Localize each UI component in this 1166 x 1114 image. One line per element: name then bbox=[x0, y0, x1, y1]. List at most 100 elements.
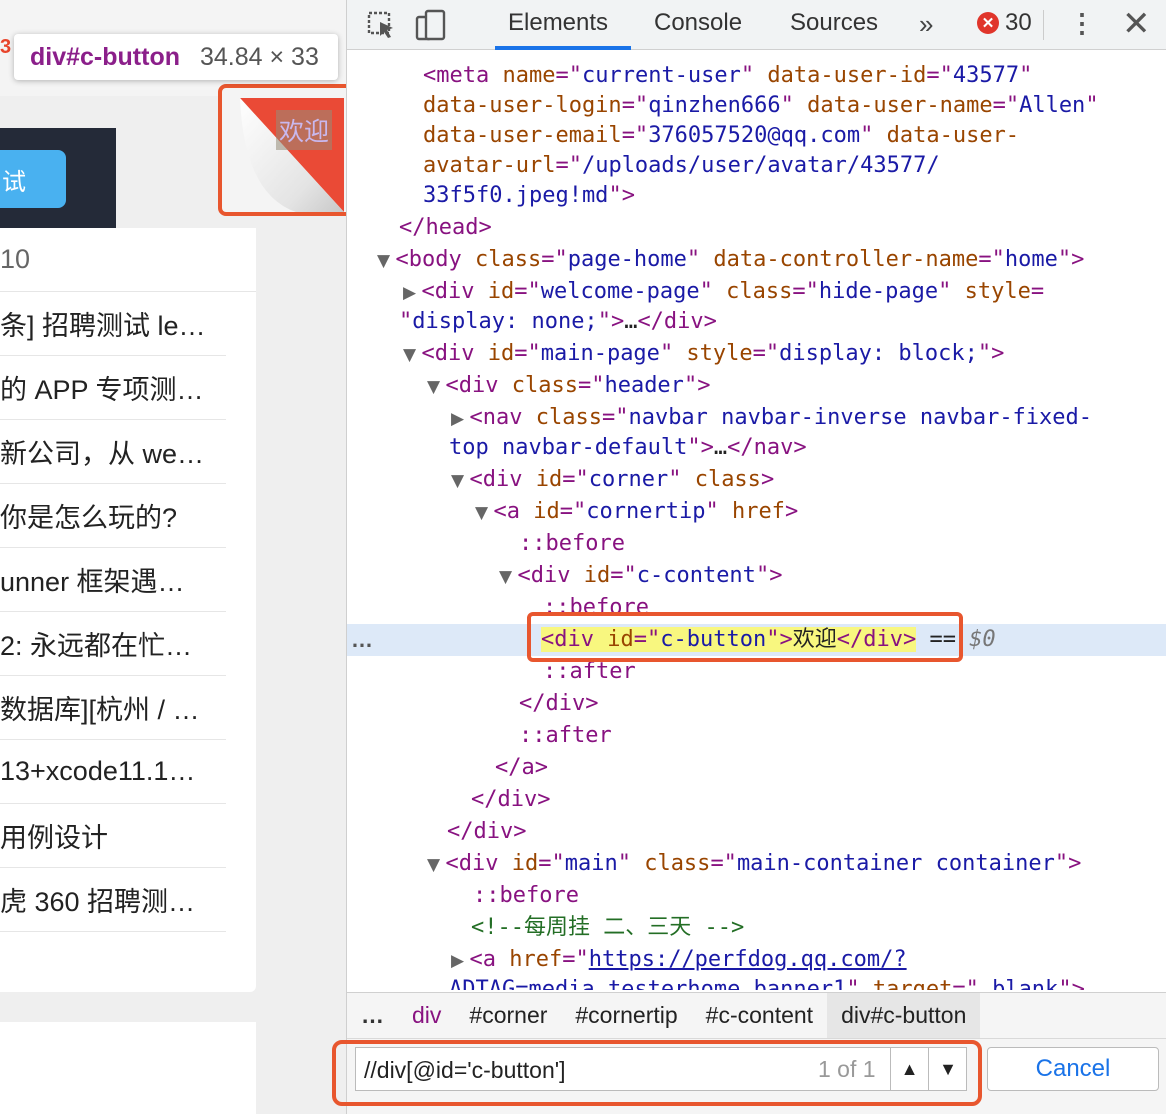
attr-eq: = bbox=[1030, 279, 1045, 304]
expand-arrow-icon[interactable]: ▼ bbox=[499, 567, 517, 587]
attr-value: Allen bbox=[1019, 93, 1086, 118]
dom-node-close[interactable]: </a> bbox=[347, 752, 1166, 784]
dom-node-main[interactable]: ▼ <div id="main" class="main-container c… bbox=[347, 848, 1166, 880]
tag-close: </div> bbox=[519, 691, 599, 716]
attr-value: 33f5f0.jpeg!md bbox=[423, 183, 609, 208]
expand-arrow-icon[interactable]: ▼ bbox=[403, 345, 421, 365]
tag-end: > bbox=[610, 309, 625, 334]
expand-arrow-icon[interactable]: ▼ bbox=[427, 855, 445, 875]
corner-welcome-button[interactable]: 欢迎 bbox=[276, 110, 333, 150]
cancel-button[interactable]: Cancel bbox=[987, 1047, 1159, 1091]
tag-end: > bbox=[697, 373, 711, 398]
dom-node-body[interactable]: ▼ <body class="page-home" data-controlle… bbox=[347, 244, 1166, 276]
tag-name: </head> bbox=[399, 215, 492, 240]
collapse-arrow-icon[interactable]: ▶ bbox=[451, 409, 469, 429]
kebab-menu-icon[interactable]: ⋮ bbox=[1069, 8, 1095, 39]
attr-value: main-page bbox=[540, 341, 660, 366]
breadcrumb-item-corner[interactable]: #corner bbox=[455, 993, 561, 1039]
error-icon[interactable]: ✕ bbox=[977, 12, 999, 34]
attr-value: header bbox=[604, 373, 684, 398]
attr-name: data-user-id bbox=[754, 63, 927, 88]
breadcrumb-overflow[interactable]: … bbox=[347, 993, 398, 1039]
list-item[interactable]: 数据库][杭州 / … bbox=[0, 676, 226, 740]
web-page-pane: 3 试 欢迎 10 条] 招聘测试 le… 的 APP 专项测… 新公司，从 w… bbox=[0, 0, 346, 1114]
banner-button[interactable]: 试 bbox=[0, 150, 66, 208]
error-count[interactable]: 30 bbox=[1005, 9, 1032, 37]
collapsed-ellipsis[interactable]: … bbox=[714, 435, 727, 460]
dom-node-header[interactable]: ▼ <div class="header"> bbox=[347, 370, 1166, 402]
list-item[interactable]: 条] 招聘测试 le… bbox=[0, 292, 226, 356]
attr-name: style bbox=[673, 341, 753, 366]
dom-node-pseudo[interactable]: ::after bbox=[347, 720, 1166, 752]
attr-name: id bbox=[570, 563, 611, 588]
page-header-fragment: 3 bbox=[0, 36, 12, 58]
close-icon[interactable]: ✕ bbox=[1122, 4, 1151, 44]
collapsed-ellipsis[interactable]: … bbox=[624, 309, 637, 334]
tab-console[interactable]: Console bbox=[654, 9, 742, 37]
dom-node-meta[interactable]: <meta name="current-user" data-user-id="… bbox=[347, 60, 1166, 92]
dom-node-welcome-page[interactable]: ▶ <div id="welcome-page" class="hide-pag… bbox=[347, 276, 1166, 308]
attr-link[interactable]: https://perfdog.qq.com/? bbox=[589, 947, 907, 972]
collapse-arrow-icon[interactable]: ▶ bbox=[451, 951, 469, 971]
attr-name: data-user- bbox=[873, 123, 1020, 148]
tooltip-selector: div#c-button bbox=[30, 42, 180, 71]
attr-value: qinzhen666 bbox=[648, 93, 781, 118]
breadcrumb-item-c-button[interactable]: div#c-button bbox=[827, 992, 981, 1039]
inspect-element-icon[interactable] bbox=[363, 7, 399, 43]
dom-node-c-content[interactable]: ▼ <div id="c-content"> bbox=[347, 560, 1166, 592]
list-item[interactable]: 的 APP 专项测… bbox=[0, 356, 226, 420]
dom-node-link[interactable]: ▶ <a href="https://perfdog.qq.com/? bbox=[347, 944, 1166, 976]
tag-name: <div bbox=[517, 563, 571, 588]
tag-end: > bbox=[1071, 247, 1085, 272]
dom-node-continuation: data-user-login="qinzhen666" data-user-n… bbox=[423, 93, 1099, 118]
pseudo-element: ::before bbox=[519, 531, 625, 556]
console-ref: $0 bbox=[969, 627, 996, 652]
expand-arrow-icon[interactable]: ▼ bbox=[377, 251, 395, 271]
list-item[interactable]: 你是怎么玩的? bbox=[0, 484, 226, 548]
breadcrumb-item-cornertip[interactable]: #cornertip bbox=[561, 993, 691, 1039]
list-item[interactable]: unner 框架遇… bbox=[0, 548, 226, 612]
attr-value: cornertip bbox=[586, 499, 706, 524]
dom-node-cornertip[interactable]: ▼ <a id="cornertip" href> bbox=[347, 496, 1166, 528]
attr-value: corner bbox=[588, 467, 669, 492]
inspect-tooltip: div#c-button 34.84 × 33 bbox=[14, 34, 338, 80]
dom-node-comment[interactable]: <!--每周挂 二、三天 --> bbox=[347, 912, 1166, 944]
attr-value: top navbar-default bbox=[449, 435, 688, 460]
breadcrumb-item-c-content[interactable]: #c-content bbox=[692, 993, 827, 1039]
attr-name: class bbox=[522, 405, 602, 430]
more-tabs-icon[interactable]: » bbox=[919, 9, 933, 40]
tag-close: </div> bbox=[471, 787, 551, 812]
dom-node-close[interactable]: </div> bbox=[347, 816, 1166, 848]
tag-end: > bbox=[1071, 977, 1085, 990]
dom-node-close[interactable]: </div> bbox=[347, 688, 1166, 720]
dom-node-nav[interactable]: ▶ <nav class="navbar navbar-inverse navb… bbox=[347, 402, 1166, 434]
expand-arrow-icon[interactable]: ▼ bbox=[451, 471, 469, 491]
expand-arrow-icon[interactable]: ▼ bbox=[475, 503, 493, 523]
node-actions-icon[interactable]: … bbox=[351, 624, 373, 656]
dom-node-main-page[interactable]: ▼ <div id="main-page" style="display: bl… bbox=[347, 338, 1166, 370]
list-item[interactable]: 用例设计 bbox=[0, 804, 226, 868]
breadcrumb-item-div[interactable]: div bbox=[398, 993, 455, 1039]
list-item[interactable]: 13+xcode11.1… bbox=[0, 740, 226, 804]
dom-node-corner[interactable]: ▼ <div id="corner" class> bbox=[347, 464, 1166, 496]
attr-name: id bbox=[522, 467, 563, 492]
attr-value: navbar navbar-inverse navbar-fixed- bbox=[628, 405, 1093, 430]
attr-name: id bbox=[474, 341, 515, 366]
dom-node-pseudo[interactable]: ::before bbox=[347, 528, 1166, 560]
toolbar-divider bbox=[1043, 10, 1044, 40]
devtools-toolbar: Elements Console Sources » ✕ 30 ⋮ ✕ bbox=[347, 0, 1166, 50]
list-item[interactable]: 虎 360 招聘测… bbox=[0, 868, 226, 932]
device-toolbar-icon[interactable] bbox=[413, 7, 449, 43]
list-item[interactable]: 2: 永远都在忙… bbox=[0, 612, 226, 676]
dom-node-close[interactable]: </div> bbox=[347, 784, 1166, 816]
attr-value: c-content bbox=[636, 563, 756, 588]
dom-node-pseudo[interactable]: ::before bbox=[347, 880, 1166, 912]
dom-node-head-close[interactable]: </head> bbox=[347, 212, 1166, 244]
tab-elements[interactable]: Elements bbox=[508, 9, 608, 37]
selected-node-highlight-box bbox=[527, 612, 963, 662]
attr-eq: =" bbox=[555, 63, 582, 88]
list-item[interactable]: 新公司，从 we… bbox=[0, 420, 226, 484]
expand-arrow-icon[interactable]: ▼ bbox=[427, 377, 445, 397]
tab-sources[interactable]: Sources bbox=[790, 9, 878, 37]
collapse-arrow-icon[interactable]: ▶ bbox=[403, 283, 421, 303]
